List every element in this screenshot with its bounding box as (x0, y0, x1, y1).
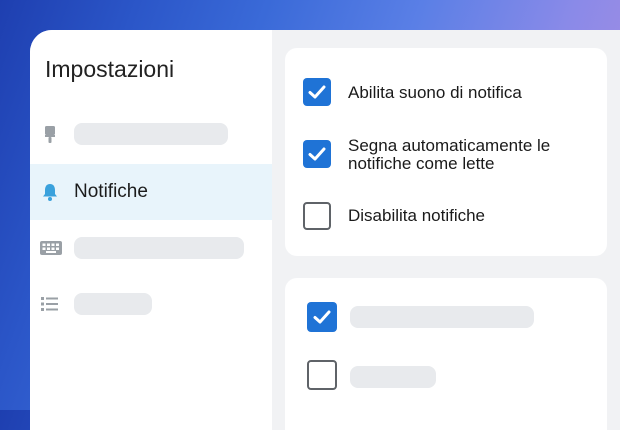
settings-window: Impostazioni Notifiche Abilita suono di … (30, 30, 620, 430)
auto-read-option-label: Segna automaticamente le notifiche come … (348, 137, 550, 173)
secondary-panel (285, 278, 607, 430)
placeholder-label (350, 306, 534, 328)
sidebar-item-keyboard[interactable] (30, 220, 272, 276)
disable-option-label: Disabilita notifiche (348, 206, 486, 225)
sidebar-item-notifiche[interactable]: Notifiche (30, 164, 272, 220)
secondary-checkbox-2[interactable] (307, 360, 337, 390)
placeholder-label (74, 293, 152, 315)
list-icon (40, 294, 60, 314)
keyboard-icon (40, 238, 62, 258)
sidebar: Impostazioni Notifiche (30, 30, 272, 430)
disable-notifications-checkbox[interactable] (303, 202, 331, 230)
sidebar-item-appearance[interactable] (30, 106, 272, 162)
auto-read-label-line1: Segna automaticamente le (348, 136, 551, 155)
placeholder-label (74, 237, 244, 259)
sidebar-item-label: Notifiche (74, 181, 148, 202)
notifications-panel: Abilita suono di notifica Segna automati… (285, 48, 607, 256)
sidebar-title: Impostazioni (45, 56, 175, 82)
bell-icon (40, 182, 60, 202)
secondary-checkbox-1[interactable] (307, 302, 337, 332)
placeholder-label (350, 366, 436, 388)
auto-read-label-line2: notifiche come lette (348, 154, 495, 173)
sound-option-label: Abilita suono di notifica (348, 83, 522, 102)
auto-read-checkbox[interactable] (303, 140, 331, 168)
sound-checkbox[interactable] (303, 78, 331, 106)
sidebar-item-list[interactable] (30, 276, 272, 332)
brush-icon (40, 124, 60, 144)
placeholder-label (74, 123, 228, 145)
